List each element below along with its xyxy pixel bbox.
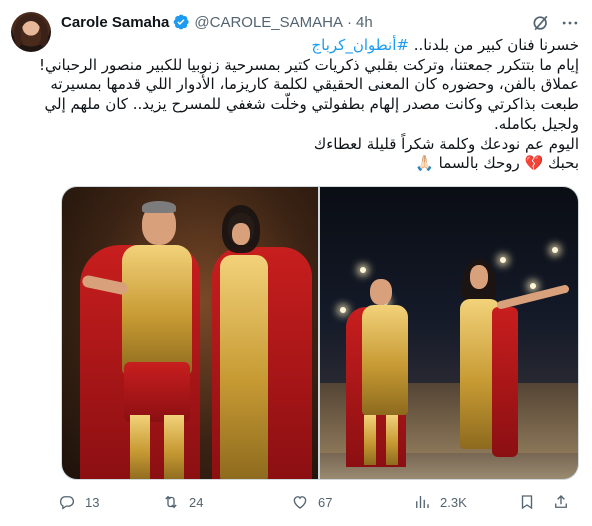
tweet-line-5: ولجيل بكامله.	[494, 114, 579, 133]
bookmark-icon	[521, 495, 533, 510]
tweet-line-7: بحبك 💔 روحك بالسما 🙏🏻	[415, 154, 579, 173]
separator-dot: ·	[347, 13, 352, 31]
grok-icon[interactable]	[531, 13, 551, 33]
tweet-line-3: عملاق بالفن، وحضوره كان المعنى الحقيقي ل…	[50, 75, 579, 94]
reply-count: 13	[85, 494, 100, 510]
photo-right[interactable]	[320, 187, 578, 479]
bookmark-button[interactable]	[518, 493, 545, 511]
retweet-icon	[165, 495, 177, 509]
action-bar: 13 24 67 2.3K	[58, 490, 579, 514]
avatar[interactable]	[11, 12, 51, 52]
like-count: 67	[318, 494, 333, 510]
tweet-line-4: طبعت بذاكرتي وكانت مصدر إلهام بطفولتي وخ…	[44, 95, 579, 114]
more-icon[interactable]	[560, 13, 580, 33]
display-name[interactable]: Carole Samaha	[61, 14, 169, 31]
like-button[interactable]: 67	[291, 493, 332, 511]
verified-badge-icon	[172, 13, 190, 31]
views-count: 2.3K	[440, 494, 467, 510]
views-icon	[416, 496, 429, 508]
handle[interactable]: @CAROLE_SAMAHA	[194, 14, 343, 31]
photo-left[interactable]	[62, 187, 318, 479]
share-icon	[555, 495, 567, 508]
retweet-button[interactable]: 24	[162, 493, 203, 511]
hashtag-link[interactable]: #أنطوان_كرباج	[311, 36, 409, 54]
media-grid	[61, 186, 579, 480]
tweet-line-2: إيام ما بتتكرر جمعتنا، وتركت بقلبي ذكريا…	[38, 55, 579, 74]
timestamp[interactable]: 4h	[356, 14, 373, 31]
tweet-header: Carole Samaha @CAROLE_SAMAHA · 4h	[61, 11, 373, 33]
retweet-count: 24	[189, 494, 204, 510]
reply-button[interactable]: 13	[58, 493, 99, 511]
like-icon	[293, 496, 307, 509]
tweet-card[interactable]: Carole Samaha @CAROLE_SAMAHA · 4h خسرنا …	[0, 0, 592, 526]
tweet-line-6: اليوم عم نودعك وكلمة شكراً قليلة لعطاءك	[313, 134, 579, 153]
reply-icon	[59, 496, 75, 510]
views-button[interactable]: 2.3K	[413, 493, 467, 511]
share-button[interactable]	[552, 493, 579, 511]
tweet-text: خسرنا فنان كبير من بلدنا.. #أنطوان_كرباج…	[38, 36, 579, 174]
tweet-line-1: خسرنا فنان كبير من بلدنا.. #أنطوان_كرباج	[61, 36, 579, 56]
tweet-line-1-text: خسرنا فنان كبير من بلدنا..	[408, 36, 579, 54]
